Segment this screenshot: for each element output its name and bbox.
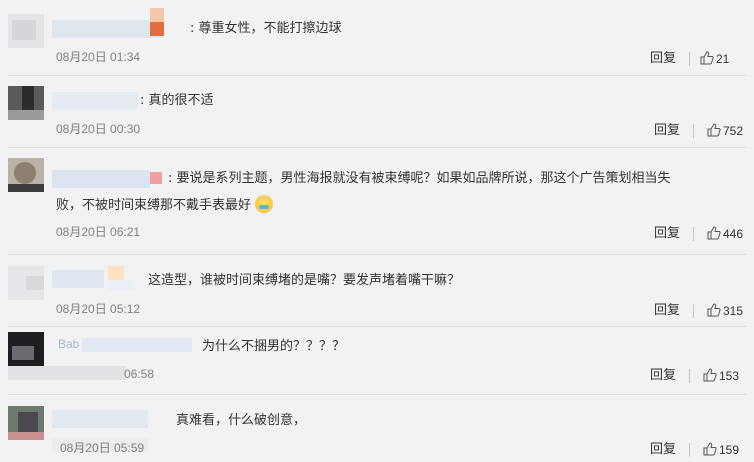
comment-text: : 要说是系列主题，男性海报就没有被束缚呢？如果如品牌所说，那这个广告策划相当失 [168,171,671,186]
comment-text: 真难看，什么破创意， [176,413,307,428]
divider [693,304,694,318]
username[interactable] [52,170,150,188]
divider [8,326,746,327]
comment-text: 为什么不捆男的？？？？ [202,339,346,354]
comment-time: 08月20日 06:21 [56,225,141,239]
hug-emoji-icon [255,195,274,213]
divider [689,52,690,66]
avatar[interactable] [8,158,44,192]
comment-text: : 真的很不适 [140,93,214,108]
divider [689,369,690,383]
divider [8,75,746,76]
like-button[interactable]: 752 [707,123,743,139]
divider [689,443,690,457]
thumbs-up-icon [707,303,721,317]
comment-time: 08月20日 01:34 [56,50,141,64]
like-button[interactable]: 21 [700,51,729,67]
thumbs-up-icon [707,123,721,137]
avatar[interactable] [8,86,44,120]
thumbs-up-icon [700,51,714,65]
thumbs-up-icon [707,226,721,240]
reply-button[interactable]: 回复 [650,51,676,67]
reply-button[interactable]: 回复 [654,226,680,242]
divider [693,124,694,138]
reply-button[interactable]: 回复 [650,368,676,384]
avatar[interactable] [8,14,44,48]
like-button[interactable]: 153 [703,368,739,384]
divider [693,227,694,241]
like-button[interactable]: 159 [703,442,739,458]
username-fragment[interactable]: Bab [58,336,79,352]
comment-text: 这造型，谁被时间束缚堵的是嘴？要发声堵着嘴干嘛？ [148,273,461,288]
comment-text-line2: 败，不被时间束缚那不戴手表最好 [56,195,274,215]
reply-button[interactable]: 回复 [650,442,676,458]
like-count: 159 [719,443,740,457]
divider [8,254,746,255]
reply-button[interactable]: 回复 [654,303,680,319]
like-count: 153 [719,369,740,383]
thumbs-up-icon [703,368,717,382]
username[interactable] [52,92,138,110]
username[interactable] [52,410,148,428]
comment-text: : 尊重女性，不能打擦边球 [190,21,342,36]
comment-time: 08月20日 00:30 [56,122,141,136]
username[interactable] [82,338,192,352]
like-count: 315 [723,304,744,318]
thumbs-up-icon [703,442,717,456]
comment-time: 08月20日 05:12 [56,302,141,316]
reply-button[interactable]: 回复 [654,123,680,139]
like-button[interactable]: 315 [707,303,743,319]
username[interactable] [52,20,164,38]
like-button[interactable]: 446 [707,226,743,242]
divider [8,394,746,395]
avatar[interactable] [8,332,44,366]
comment-time: 06:58 [124,367,155,381]
comment-time: 08月20日 05:59 [60,441,145,455]
divider [8,147,746,148]
avatar[interactable] [8,406,44,440]
username[interactable] [52,270,104,288]
like-count: 21 [716,52,730,66]
like-count: 752 [723,124,744,138]
like-count: 446 [723,227,744,241]
avatar[interactable] [8,266,44,300]
